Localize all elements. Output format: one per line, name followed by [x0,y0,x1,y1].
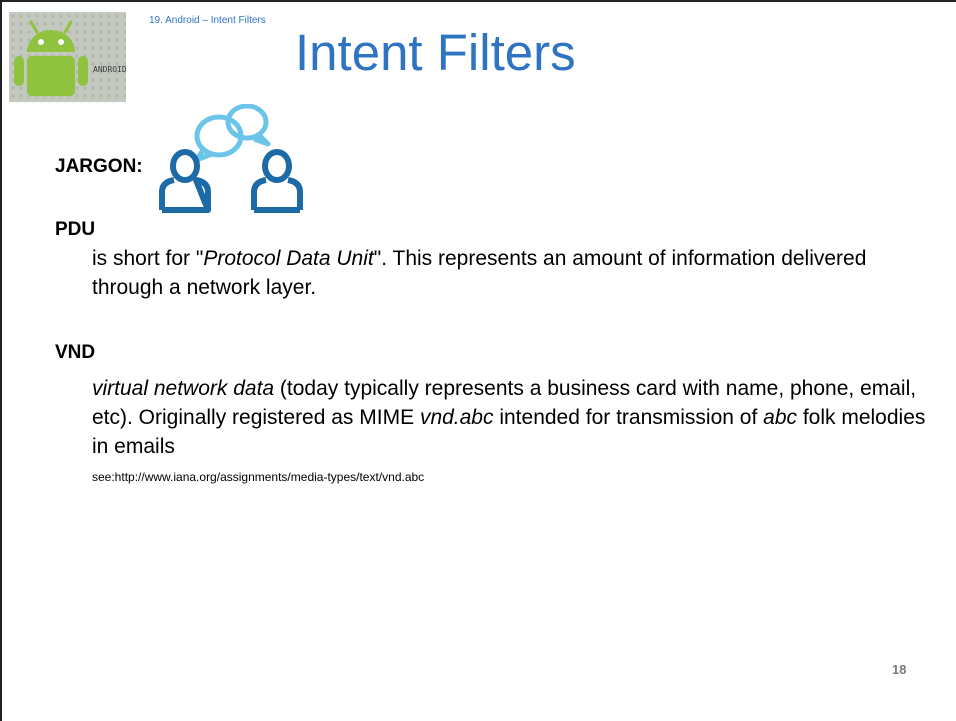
slide: ANDROID 19. Android – Intent Filters Int… [0,0,956,721]
logo-text: ANDROID [93,65,126,74]
definition-pdu: is short for "Protocol Data Unit". This … [92,247,867,299]
definition-vnd: virtual network data (today typically re… [92,377,926,458]
see-link[interactable]: see:http://www.iana.org/assignments/medi… [92,470,424,484]
term-vnd: VND [55,342,96,363]
android-logo: ANDROID [9,12,126,102]
term-pdu: PDU [55,219,96,240]
breadcrumb: 19. Android – Intent Filters [149,15,266,26]
page-number: 18 [892,662,907,677]
people-chat-icon [152,103,310,216]
jargon-label: JARGON: [55,156,143,177]
page-title: Intent Filters [295,24,576,81]
